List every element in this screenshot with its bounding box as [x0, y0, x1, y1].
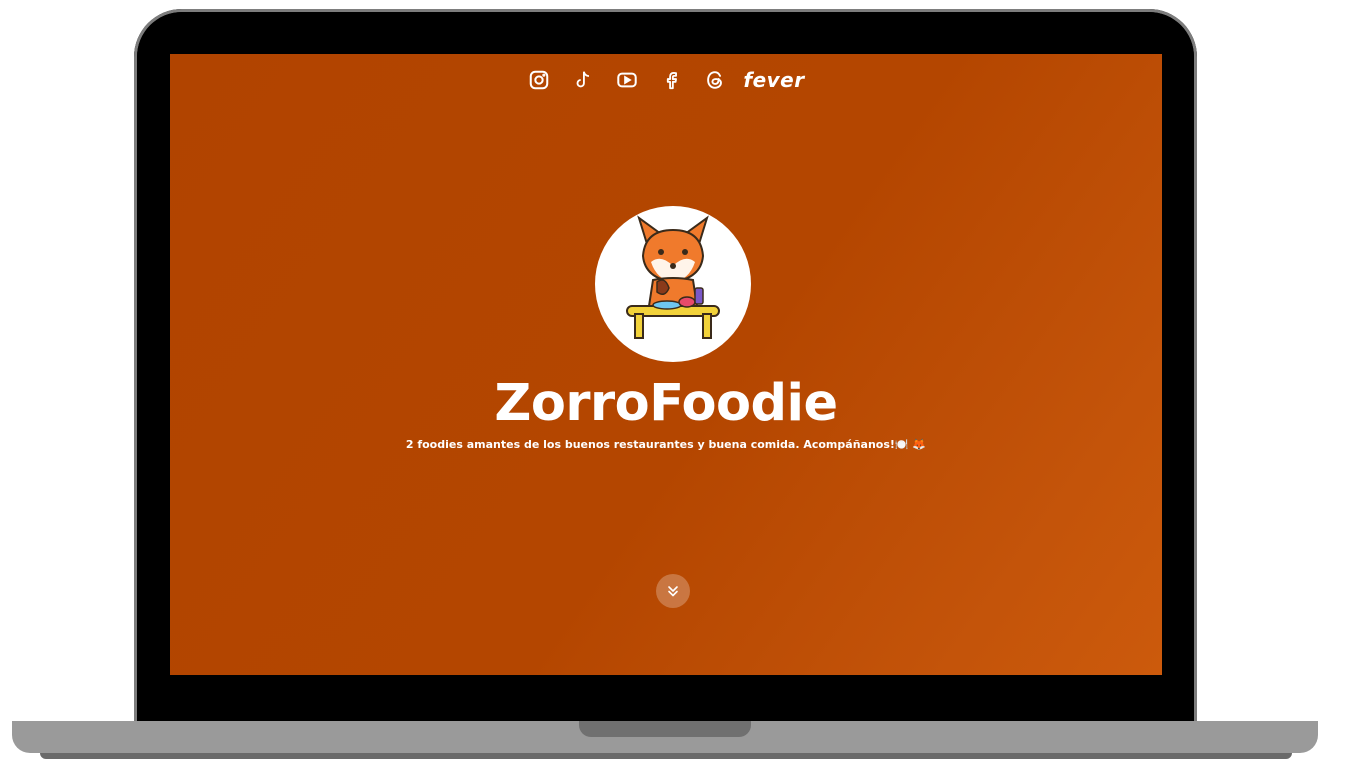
laptop-base-shadow — [40, 753, 1292, 759]
linktree-screen: fever ZorroFoodie 2 foodies amantes de l… — [170, 54, 1162, 675]
double-chevron-down-icon — [668, 586, 678, 597]
laptop-notch — [579, 721, 751, 737]
instagram-icon[interactable] — [527, 68, 551, 92]
profile-bio: 2 foodies amantes de los buenos restaura… — [405, 438, 927, 451]
fox-mascot-image — [626, 215, 720, 339]
facebook-icon[interactable] — [659, 68, 683, 92]
avatar — [595, 206, 751, 362]
threads-icon[interactable] — [703, 68, 727, 92]
profile-name: ZorroFoodie — [494, 374, 838, 433]
fever-link[interactable]: fever — [743, 68, 804, 92]
scroll-down-button[interactable] — [656, 574, 690, 608]
social-links-bar: fever — [170, 68, 1162, 92]
tiktok-icon[interactable] — [571, 68, 595, 92]
youtube-icon[interactable] — [615, 68, 639, 92]
